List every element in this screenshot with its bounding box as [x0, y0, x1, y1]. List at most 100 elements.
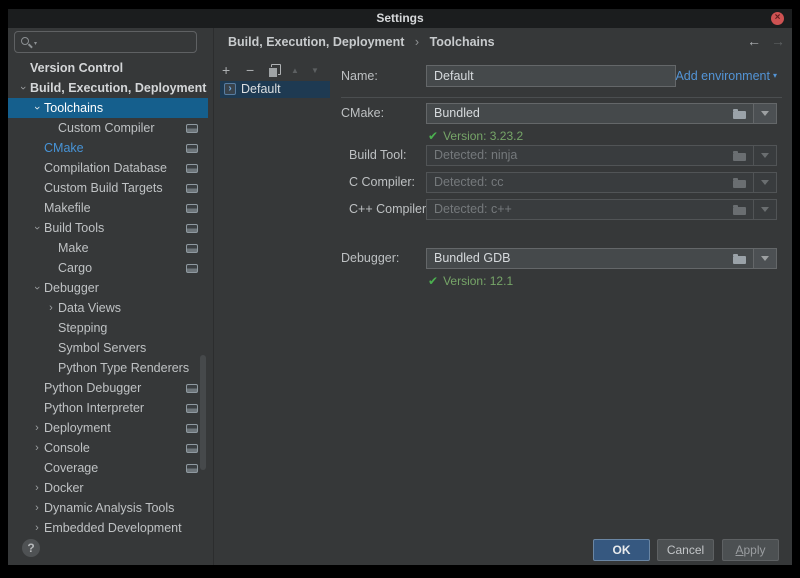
move-up-icon[interactable]: ▲ [291, 62, 299, 80]
chevron-down-icon [761, 153, 769, 158]
monitor-icon [186, 164, 198, 173]
c-compiler-dropdown-button[interactable] [753, 173, 776, 192]
sidebar-item-label: Coverage [44, 458, 98, 478]
monitor-icon [186, 444, 198, 453]
form-separator [341, 97, 782, 98]
close-icon[interactable]: × [771, 12, 784, 25]
copy-icon[interactable] [268, 64, 281, 77]
sidebar-item-cmake[interactable]: CMake [8, 138, 208, 158]
chevron-collapsed-icon[interactable]: › [32, 498, 42, 518]
c-compiler-combo[interactable]: Detected: c++ [426, 199, 777, 220]
chevron-collapsed-icon[interactable]: › [32, 518, 42, 538]
search-input[interactable] [43, 33, 193, 51]
breadcrumb-item-current[interactable]: Toolchains [430, 35, 495, 49]
sidebar-item-data-views[interactable]: ›Data Views [8, 298, 208, 318]
sidebar-item-python-debugger[interactable]: Python Debugger [8, 378, 208, 398]
sidebar-item-custom-build-targets[interactable]: Custom Build Targets [8, 178, 208, 198]
sidebar-item-python-interpreter[interactable]: Python Interpreter [8, 398, 208, 418]
sidebar-item-debugger[interactable]: ›Debugger [8, 278, 208, 298]
sidebar-item-label: Console [44, 438, 90, 458]
check-icon: ✔ [428, 129, 443, 143]
folder-browse-icon[interactable] [733, 111, 746, 119]
sidebar-item-build-execution-deployment[interactable]: ›Build, Execution, Deployment [8, 78, 208, 98]
c-compiler-combo[interactable]: Detected: cc [426, 172, 777, 193]
chevron-collapsed-icon[interactable]: › [32, 418, 42, 438]
sidebar-item-custom-compiler[interactable]: Custom Compiler [8, 118, 208, 138]
breadcrumb-item-parent[interactable]: Build, Execution, Deployment [228, 35, 404, 49]
titlebar[interactable]: Settings × [8, 9, 792, 28]
cmake-value: Bundled [434, 104, 480, 123]
sidebar-item-toolchains[interactable]: ›Toolchains [8, 98, 208, 118]
sidebar-item-deployment[interactable]: ›Deployment [8, 418, 208, 438]
version-text: Version: 12.1 [443, 274, 513, 288]
c-compiler-label: C++ Compiler: [349, 199, 430, 220]
build-tool-combo[interactable]: Detected: ninja [426, 145, 777, 166]
forward-icon[interactable]: → [771, 33, 785, 49]
sidebar-item-compilation-database[interactable]: Compilation Database [8, 158, 208, 178]
c-compiler-dropdown-button[interactable] [753, 200, 776, 219]
sidebar-item-label: Dynamic Analysis Tools [44, 498, 174, 518]
dialog-title: Settings [8, 11, 792, 25]
chevron-down-icon [761, 207, 769, 212]
sidebar-item-label: Stepping [58, 318, 107, 338]
version-text: Version: 3.23.2 [443, 129, 523, 143]
monitor-icon [186, 184, 198, 193]
add-icon[interactable]: + [222, 62, 230, 78]
sidebar-item-make[interactable]: Make [8, 238, 208, 258]
sidebar-item-label: Python Type Renderers [58, 358, 189, 378]
folder-browse-icon[interactable] [733, 256, 746, 264]
sidebar-item-label: Python Interpreter [44, 398, 144, 418]
toolchain-list-item-default[interactable]: › Default [220, 81, 330, 98]
monitor-icon [186, 124, 198, 133]
sidebar-item-dynamic-analysis-tools[interactable]: ›Dynamic Analysis Tools [8, 498, 208, 518]
sidebar-scrollbar[interactable] [200, 355, 206, 470]
sidebar-item-version-control[interactable]: Version Control [8, 58, 208, 78]
sidebar-item-label: Symbol Servers [58, 338, 146, 358]
monitor-icon [186, 144, 198, 153]
sidebar-item-console[interactable]: ›Console [8, 438, 208, 458]
back-icon[interactable]: ← [747, 33, 761, 49]
sidebar-item-cargo[interactable]: Cargo [8, 258, 208, 278]
chevron-collapsed-icon[interactable]: › [32, 438, 42, 458]
sidebar-item-label: Makefile [44, 198, 91, 218]
debugger-dropdown-button[interactable] [753, 249, 776, 268]
sidebar-item-label: CMake [44, 138, 84, 158]
sidebar-item-stepping[interactable]: Stepping [8, 318, 208, 338]
add-environment-label: Add environment [675, 69, 770, 83]
build-tool-label: Build Tool: [349, 145, 406, 166]
sidebar-item-label: Build, Execution, Deployment [30, 78, 206, 98]
sidebar-item-build-tools[interactable]: ›Build Tools [8, 218, 208, 238]
chevron-collapsed-icon[interactable]: › [46, 298, 56, 318]
cmake-combo[interactable]: Bundled [426, 103, 777, 124]
cmake-dropdown-button[interactable] [753, 104, 776, 123]
name-field[interactable]: Default [426, 65, 676, 87]
remove-icon[interactable]: − [246, 62, 254, 78]
c-compiler-label: C Compiler: [349, 172, 415, 193]
cancel-button[interactable]: Cancel [657, 539, 714, 561]
help-button[interactable]: ? [22, 539, 40, 557]
sidebar-item-symbol-servers[interactable]: Symbol Servers [8, 338, 208, 358]
apply-button[interactable]: Apply [722, 539, 779, 561]
sidebar-item-python-type-renderers[interactable]: Python Type Renderers [8, 358, 208, 378]
debugger-label: Debugger: [341, 248, 399, 269]
sidebar-item-label: Compilation Database [44, 158, 167, 178]
ok-button[interactable]: OK [593, 539, 650, 561]
check-icon: ✔ [428, 274, 443, 288]
sidebar-item-label: Toolchains [44, 98, 103, 118]
sidebar-item-label: Make [58, 238, 89, 258]
move-down-icon[interactable]: ▼ [311, 62, 319, 80]
add-environment-link[interactable]: Add environment▾ [675, 66, 777, 86]
sidebar-item-coverage[interactable]: Coverage [8, 458, 208, 478]
chevron-collapsed-icon[interactable]: › [32, 478, 42, 498]
folder-browse-icon[interactable] [733, 180, 746, 188]
folder-browse-icon[interactable] [733, 153, 746, 161]
build-tool-dropdown-button[interactable] [753, 146, 776, 165]
sidebar-item-makefile[interactable]: Makefile [8, 198, 208, 218]
folder-browse-icon[interactable] [733, 207, 746, 215]
sidebar-item-docker[interactable]: ›Docker [8, 478, 208, 498]
debugger-combo[interactable]: Bundled GDB [426, 248, 777, 269]
chevron-down-icon [761, 256, 769, 261]
settings-search-box[interactable]: ▾ [14, 31, 197, 53]
cmake-label: CMake: [341, 103, 384, 124]
sidebar-item-embedded-development[interactable]: ›Embedded Development [8, 518, 208, 538]
